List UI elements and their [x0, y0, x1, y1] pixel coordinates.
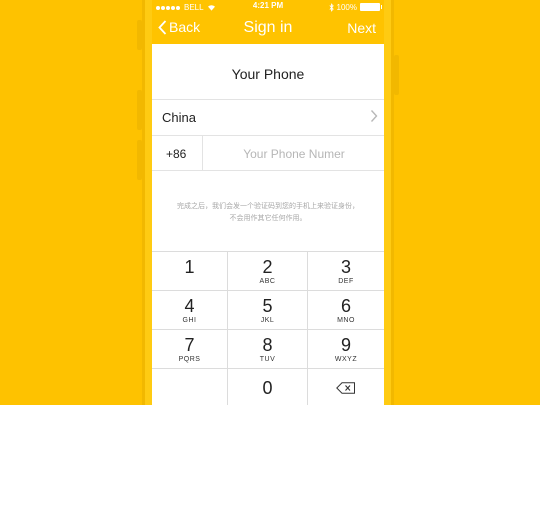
country-selector[interactable]: China — [152, 99, 384, 135]
country-code[interactable]: +86 — [166, 147, 186, 161]
key-number: 3 — [340, 257, 351, 277]
backspace-icon — [336, 382, 355, 394]
country-name: China — [162, 110, 196, 125]
navigation-bar: BELL 4:21 PM 100% Back Sign in Next — [152, 0, 384, 44]
key-number: 0 — [262, 378, 273, 398]
key-5[interactable]: 5 JKL — [228, 291, 308, 330]
key-letters: TUV — [259, 356, 276, 363]
key-4[interactable]: 4 GHI — [152, 291, 228, 330]
numeric-keypad: 1 2 ABC 3 DEF 4 GHI 5 JKL 6 MNO 7 PQRS 8 TUV 9W… — [152, 251, 384, 405]
next-button[interactable]: Next — [347, 20, 376, 36]
field-divider — [202, 136, 203, 170]
key-letters: MNO — [337, 317, 355, 324]
key-8[interactable]: 8 TUV — [228, 330, 308, 369]
key-9[interactable]: 9 WXYZ — [308, 330, 384, 369]
key-number: 7 — [184, 335, 195, 355]
key-letters: WXYZ — [334, 356, 358, 363]
key-empty — [152, 369, 228, 405]
key-letters: PQRS — [178, 356, 201, 363]
battery-icon — [360, 3, 382, 11]
key-7[interactable]: 7 PQRS — [152, 330, 228, 369]
key-number: 9 — [340, 335, 351, 355]
form-heading: Your Phone — [231, 66, 305, 82]
key-number: 4 — [184, 296, 195, 316]
key-number: 6 — [340, 296, 351, 316]
key-number: 2 — [262, 257, 273, 277]
phone-screen: BELL 4:21 PM 100% Back Sign in Next Your… — [152, 0, 384, 405]
chevron-right-icon — [370, 110, 378, 122]
bluetooth-icon — [329, 2, 334, 12]
key-6[interactable]: 6 MNO — [308, 291, 384, 330]
key-letters: GHI — [182, 317, 197, 324]
delete-key[interactable] — [308, 369, 384, 405]
verification-note: 完成之后，我们会发一个验证码到您的手机上来验证身份，不会用作其它任何作用。 — [177, 203, 359, 222]
key-0[interactable]: 0 — [228, 369, 308, 405]
key-letters: ABC — [259, 278, 276, 285]
key-letters: JKL — [260, 317, 275, 324]
status-battery: 100% — [329, 1, 382, 13]
phone-number-input[interactable] — [204, 138, 384, 170]
key-number: 8 — [262, 335, 273, 355]
power-button — [394, 55, 399, 95]
key-number: 1 — [184, 257, 195, 277]
key-number: 5 — [262, 296, 273, 316]
phone-number-row: +86 — [152, 135, 384, 171]
key-2[interactable]: 2 ABC — [228, 252, 308, 291]
key-3[interactable]: 3 DEF — [308, 252, 384, 291]
key-letters: DEF — [338, 278, 354, 285]
key-1[interactable]: 1 — [152, 252, 228, 291]
battery-percent: 100% — [336, 2, 357, 12]
